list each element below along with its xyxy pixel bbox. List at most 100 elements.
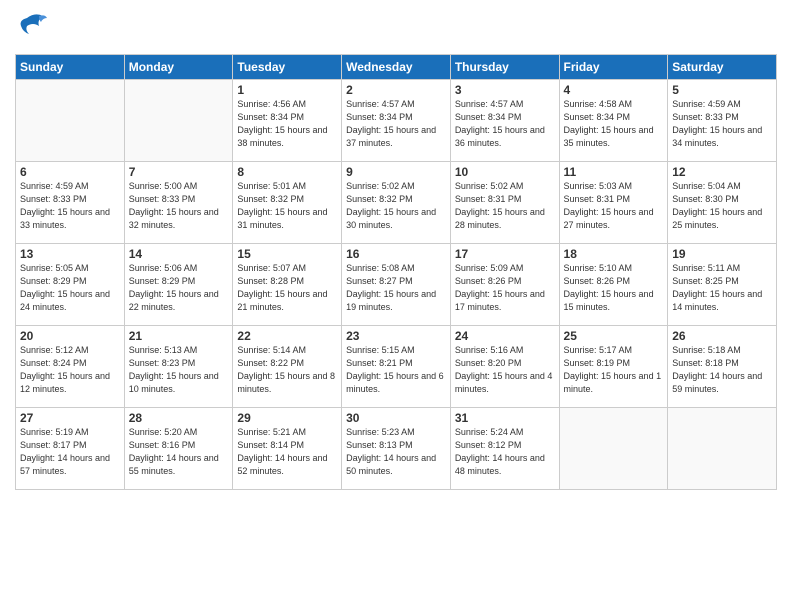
day-info: Sunrise: 4:59 AM Sunset: 8:33 PM Dayligh… [20,180,120,232]
day-number: 11 [564,165,664,179]
week-row-4: 20Sunrise: 5:12 AM Sunset: 8:24 PM Dayli… [16,326,777,408]
logo [15,10,47,46]
calendar-cell: 22Sunrise: 5:14 AM Sunset: 8:22 PM Dayli… [233,326,342,408]
day-info: Sunrise: 4:58 AM Sunset: 8:34 PM Dayligh… [564,98,664,150]
calendar-cell: 15Sunrise: 5:07 AM Sunset: 8:28 PM Dayli… [233,244,342,326]
weekday-header-thursday: Thursday [450,55,559,80]
calendar-cell: 8Sunrise: 5:01 AM Sunset: 8:32 PM Daylig… [233,162,342,244]
day-number: 25 [564,329,664,343]
day-number: 1 [237,83,337,97]
calendar-cell [124,80,233,162]
day-number: 5 [672,83,772,97]
day-info: Sunrise: 5:09 AM Sunset: 8:26 PM Dayligh… [455,262,555,314]
day-number: 22 [237,329,337,343]
day-number: 6 [20,165,120,179]
calendar-cell: 5Sunrise: 4:59 AM Sunset: 8:33 PM Daylig… [668,80,777,162]
day-info: Sunrise: 5:08 AM Sunset: 8:27 PM Dayligh… [346,262,446,314]
day-number: 3 [455,83,555,97]
calendar-cell: 12Sunrise: 5:04 AM Sunset: 8:30 PM Dayli… [668,162,777,244]
day-info: Sunrise: 5:16 AM Sunset: 8:20 PM Dayligh… [455,344,555,396]
weekday-header-monday: Monday [124,55,233,80]
day-number: 20 [20,329,120,343]
calendar-cell: 1Sunrise: 4:56 AM Sunset: 8:34 PM Daylig… [233,80,342,162]
day-number: 14 [129,247,229,261]
calendar-table: SundayMondayTuesdayWednesdayThursdayFrid… [15,54,777,490]
day-info: Sunrise: 5:14 AM Sunset: 8:22 PM Dayligh… [237,344,337,396]
week-row-2: 6Sunrise: 4:59 AM Sunset: 8:33 PM Daylig… [16,162,777,244]
day-number: 18 [564,247,664,261]
calendar-cell: 11Sunrise: 5:03 AM Sunset: 8:31 PM Dayli… [559,162,668,244]
calendar-cell: 28Sunrise: 5:20 AM Sunset: 8:16 PM Dayli… [124,408,233,490]
calendar-cell: 10Sunrise: 5:02 AM Sunset: 8:31 PM Dayli… [450,162,559,244]
day-info: Sunrise: 4:57 AM Sunset: 8:34 PM Dayligh… [455,98,555,150]
calendar-cell [668,408,777,490]
calendar-cell: 30Sunrise: 5:23 AM Sunset: 8:13 PM Dayli… [342,408,451,490]
day-info: Sunrise: 5:13 AM Sunset: 8:23 PM Dayligh… [129,344,229,396]
week-row-3: 13Sunrise: 5:05 AM Sunset: 8:29 PM Dayli… [16,244,777,326]
day-info: Sunrise: 4:56 AM Sunset: 8:34 PM Dayligh… [237,98,337,150]
day-number: 4 [564,83,664,97]
header [15,10,777,46]
day-number: 21 [129,329,229,343]
day-number: 15 [237,247,337,261]
calendar-cell: 9Sunrise: 5:02 AM Sunset: 8:32 PM Daylig… [342,162,451,244]
day-info: Sunrise: 5:19 AM Sunset: 8:17 PM Dayligh… [20,426,120,478]
day-number: 19 [672,247,772,261]
day-number: 26 [672,329,772,343]
day-info: Sunrise: 5:10 AM Sunset: 8:26 PM Dayligh… [564,262,664,314]
day-number: 7 [129,165,229,179]
day-number: 28 [129,411,229,425]
calendar-cell [16,80,125,162]
calendar-cell: 27Sunrise: 5:19 AM Sunset: 8:17 PM Dayli… [16,408,125,490]
day-number: 2 [346,83,446,97]
day-number: 31 [455,411,555,425]
calendar-cell: 24Sunrise: 5:16 AM Sunset: 8:20 PM Dayli… [450,326,559,408]
day-info: Sunrise: 5:17 AM Sunset: 8:19 PM Dayligh… [564,344,664,396]
calendar-cell: 31Sunrise: 5:24 AM Sunset: 8:12 PM Dayli… [450,408,559,490]
day-info: Sunrise: 5:21 AM Sunset: 8:14 PM Dayligh… [237,426,337,478]
weekday-header-friday: Friday [559,55,668,80]
day-number: 12 [672,165,772,179]
calendar-cell: 13Sunrise: 5:05 AM Sunset: 8:29 PM Dayli… [16,244,125,326]
calendar-cell: 16Sunrise: 5:08 AM Sunset: 8:27 PM Dayli… [342,244,451,326]
day-info: Sunrise: 5:12 AM Sunset: 8:24 PM Dayligh… [20,344,120,396]
day-number: 23 [346,329,446,343]
calendar-cell: 26Sunrise: 5:18 AM Sunset: 8:18 PM Dayli… [668,326,777,408]
calendar-cell [559,408,668,490]
day-info: Sunrise: 5:06 AM Sunset: 8:29 PM Dayligh… [129,262,229,314]
weekday-header-row: SundayMondayTuesdayWednesdayThursdayFrid… [16,55,777,80]
week-row-5: 27Sunrise: 5:19 AM Sunset: 8:17 PM Dayli… [16,408,777,490]
day-number: 29 [237,411,337,425]
calendar-cell: 19Sunrise: 5:11 AM Sunset: 8:25 PM Dayli… [668,244,777,326]
day-info: Sunrise: 4:57 AM Sunset: 8:34 PM Dayligh… [346,98,446,150]
day-number: 30 [346,411,446,425]
day-number: 24 [455,329,555,343]
day-info: Sunrise: 5:24 AM Sunset: 8:12 PM Dayligh… [455,426,555,478]
day-info: Sunrise: 5:18 AM Sunset: 8:18 PM Dayligh… [672,344,772,396]
day-info: Sunrise: 5:07 AM Sunset: 8:28 PM Dayligh… [237,262,337,314]
calendar-cell: 21Sunrise: 5:13 AM Sunset: 8:23 PM Dayli… [124,326,233,408]
day-info: Sunrise: 5:20 AM Sunset: 8:16 PM Dayligh… [129,426,229,478]
day-info: Sunrise: 5:02 AM Sunset: 8:31 PM Dayligh… [455,180,555,232]
day-number: 16 [346,247,446,261]
calendar-cell: 20Sunrise: 5:12 AM Sunset: 8:24 PM Dayli… [16,326,125,408]
calendar-cell: 29Sunrise: 5:21 AM Sunset: 8:14 PM Dayli… [233,408,342,490]
day-number: 9 [346,165,446,179]
calendar-cell: 14Sunrise: 5:06 AM Sunset: 8:29 PM Dayli… [124,244,233,326]
day-info: Sunrise: 5:02 AM Sunset: 8:32 PM Dayligh… [346,180,446,232]
day-number: 10 [455,165,555,179]
weekday-header-wednesday: Wednesday [342,55,451,80]
day-number: 8 [237,165,337,179]
calendar-cell: 6Sunrise: 4:59 AM Sunset: 8:33 PM Daylig… [16,162,125,244]
day-info: Sunrise: 5:11 AM Sunset: 8:25 PM Dayligh… [672,262,772,314]
day-info: Sunrise: 5:01 AM Sunset: 8:32 PM Dayligh… [237,180,337,232]
calendar-cell: 23Sunrise: 5:15 AM Sunset: 8:21 PM Dayli… [342,326,451,408]
day-info: Sunrise: 5:04 AM Sunset: 8:30 PM Dayligh… [672,180,772,232]
weekday-header-tuesday: Tuesday [233,55,342,80]
calendar-cell: 25Sunrise: 5:17 AM Sunset: 8:19 PM Dayli… [559,326,668,408]
day-info: Sunrise: 4:59 AM Sunset: 8:33 PM Dayligh… [672,98,772,150]
weekday-header-saturday: Saturday [668,55,777,80]
page-container: SundayMondayTuesdayWednesdayThursdayFrid… [0,0,792,612]
week-row-1: 1Sunrise: 4:56 AM Sunset: 8:34 PM Daylig… [16,80,777,162]
day-info: Sunrise: 5:23 AM Sunset: 8:13 PM Dayligh… [346,426,446,478]
